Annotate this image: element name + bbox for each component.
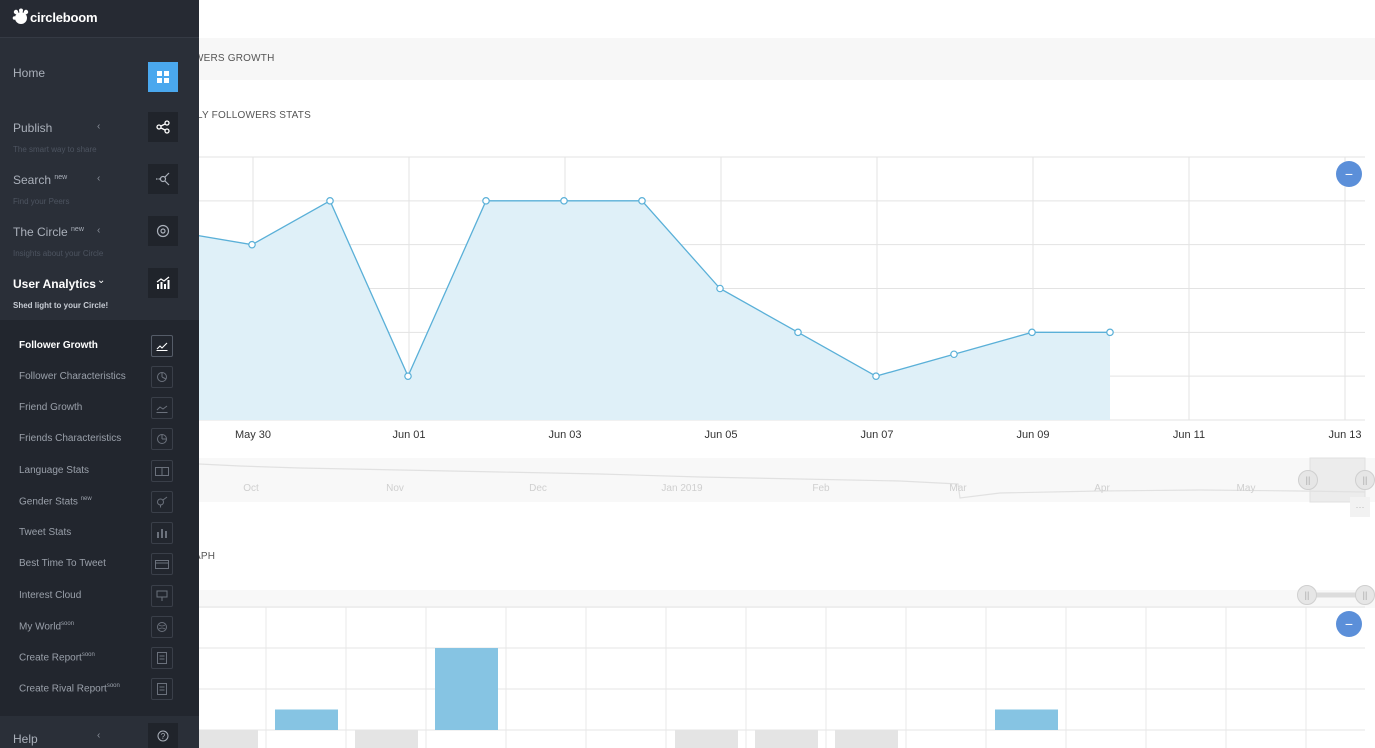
submenu-item-label: Follower Characteristics <box>19 371 126 382</box>
sidebar-item-label: Help <box>13 732 38 746</box>
bar <box>675 730 738 748</box>
range-slider-right-handle[interactable]: || <box>1355 585 1375 605</box>
submenu-item-friends-characteristics[interactable]: Friends Characteristics <box>0 425 199 453</box>
chevron-left-icon: ‹ <box>97 225 101 236</box>
submenu-item-label: Create Rival Reportsoon <box>19 683 120 695</box>
sidebar-item-home[interactable]: Home <box>0 52 199 96</box>
circleboom-logo-icon <box>12 8 29 24</box>
sidebar-item-label: User Analytics <box>13 277 96 291</box>
chevron-down-icon: ⌄ <box>97 275 106 286</box>
sidebar-item-label: Search new <box>13 173 68 187</box>
sidebar-item-help[interactable]: Help ‹ ? <box>0 716 199 748</box>
chevron-left-icon: ‹ <box>97 173 101 184</box>
submenu-item-label: Interest Cloud <box>19 590 82 601</box>
submenu-item-label: My Worldsoon <box>19 621 75 633</box>
submenu-item-gender-stats[interactable]: Gender Stats new <box>0 488 199 516</box>
submenu-item-label: Create Reportsoon <box>19 652 95 664</box>
circle-target-icon <box>148 216 178 246</box>
submenu-item-follower-growth[interactable]: Follower Growth <box>0 332 199 360</box>
navigator-right-handle[interactable]: || <box>1355 470 1375 490</box>
bar <box>755 730 818 748</box>
submenu-item-create-report[interactable]: Create Reportsoon <box>0 644 199 672</box>
sidebar-item-label: Home <box>13 66 46 80</box>
globe-icon <box>151 616 173 638</box>
user-analytics-submenu: Follower Growth Follower Characteristics… <box>0 320 199 716</box>
sidebar: circleboom Home Publish ‹ The smart way … <box>0 0 199 748</box>
pie-chart-icon <box>151 366 173 388</box>
analytics-icon <box>148 268 178 298</box>
sidebar-item-subtitle: Insights about your Circle <box>13 249 104 258</box>
cloud-icon <box>151 585 173 607</box>
submenu-item-best-time-to-tweet[interactable]: Best Time To Tweet <box>0 550 199 578</box>
submenu-item-label: Friend Growth <box>19 402 83 413</box>
report-icon <box>151 647 173 669</box>
bar <box>835 730 898 748</box>
share-icon <box>148 112 178 142</box>
language-icon <box>151 460 173 482</box>
pie-chart-icon <box>151 428 173 450</box>
sidebar-item-user-analytics[interactable]: User Analytics ⌄ Shed light to your Circ… <box>0 266 199 310</box>
submenu-item-label: Best Time To Tweet <box>19 558 106 569</box>
bar <box>435 648 498 730</box>
navigator-scroll-button[interactable]: ⋯ <box>1350 497 1370 517</box>
sidebar-item-subtitle: Find your Peers <box>13 197 70 206</box>
range-slider-track <box>199 590 1375 608</box>
growth-chart-icon <box>151 335 173 357</box>
submenu-item-label: Tweet Stats <box>19 527 72 538</box>
grid-icon <box>148 62 178 92</box>
area-chart-icon <box>151 397 173 419</box>
submenu-item-tweet-stats[interactable]: Tweet Stats <box>0 519 199 547</box>
submenu-item-follower-characteristics[interactable]: Follower Characteristics <box>0 363 199 391</box>
sidebar-item-publish[interactable]: Publish ‹ The smart way to share <box>0 110 199 154</box>
bar <box>199 730 258 748</box>
followers-bar-chart <box>199 590 1375 748</box>
navigator-left-handle[interactable]: || <box>1298 470 1318 490</box>
sidebar-item-label: The Circle new <box>13 225 84 239</box>
network-search-icon <box>148 164 178 194</box>
submenu-item-language-stats[interactable]: Language Stats <box>0 457 199 485</box>
bar-chart-icon <box>151 522 173 544</box>
calendar-icon <box>151 553 173 575</box>
brand-header[interactable]: circleboom <box>0 0 199 38</box>
question-icon: ? <box>148 723 178 748</box>
submenu-item-label: Friends Characteristics <box>19 433 122 444</box>
submenu-item-create-rival-report[interactable]: Create Rival Reportsoon <box>0 675 199 703</box>
sidebar-item-label: Publish <box>13 121 53 135</box>
range-slider-left-handle[interactable]: || <box>1297 585 1317 605</box>
chevron-left-icon: ‹ <box>97 730 101 741</box>
report-icon <box>151 678 173 700</box>
bar <box>995 709 1058 730</box>
submenu-item-my-world[interactable]: My Worldsoon <box>0 613 199 641</box>
brand-name: circleboom <box>30 10 98 25</box>
sidebar-item-subtitle: Shed light to your Circle! <box>13 301 109 310</box>
svg-text:?: ? <box>161 732 166 741</box>
submenu-item-interest-cloud[interactable]: Interest Cloud <box>0 582 199 610</box>
chevron-left-icon: ‹ <box>97 121 101 132</box>
bar <box>275 709 338 730</box>
submenu-item-label: Gender Stats new <box>19 496 92 508</box>
submenu-item-label: Follower Growth <box>19 340 98 351</box>
submenu-item-label: Language Stats <box>19 465 90 476</box>
submenu-item-friend-growth[interactable]: Friend Growth <box>0 394 199 422</box>
app-root: WERS GROWTH ILY FOLLOWERS STATS APH May … <box>0 0 1375 748</box>
zoom-reset-button[interactable]: − <box>1336 161 1362 187</box>
zoom-reset-button-bar[interactable]: − <box>1336 611 1362 637</box>
sidebar-item-search[interactable]: Search new ‹ Find your Peers <box>0 162 199 206</box>
main-content: WERS GROWTH ILY FOLLOWERS STATS APH May … <box>0 0 1375 748</box>
sidebar-item-subtitle: The smart way to share <box>13 145 97 154</box>
bar <box>355 730 418 748</box>
sidebar-item-the-circle[interactable]: The Circle new ‹ Insights about your Cir… <box>0 214 199 258</box>
gender-icon <box>151 491 173 513</box>
